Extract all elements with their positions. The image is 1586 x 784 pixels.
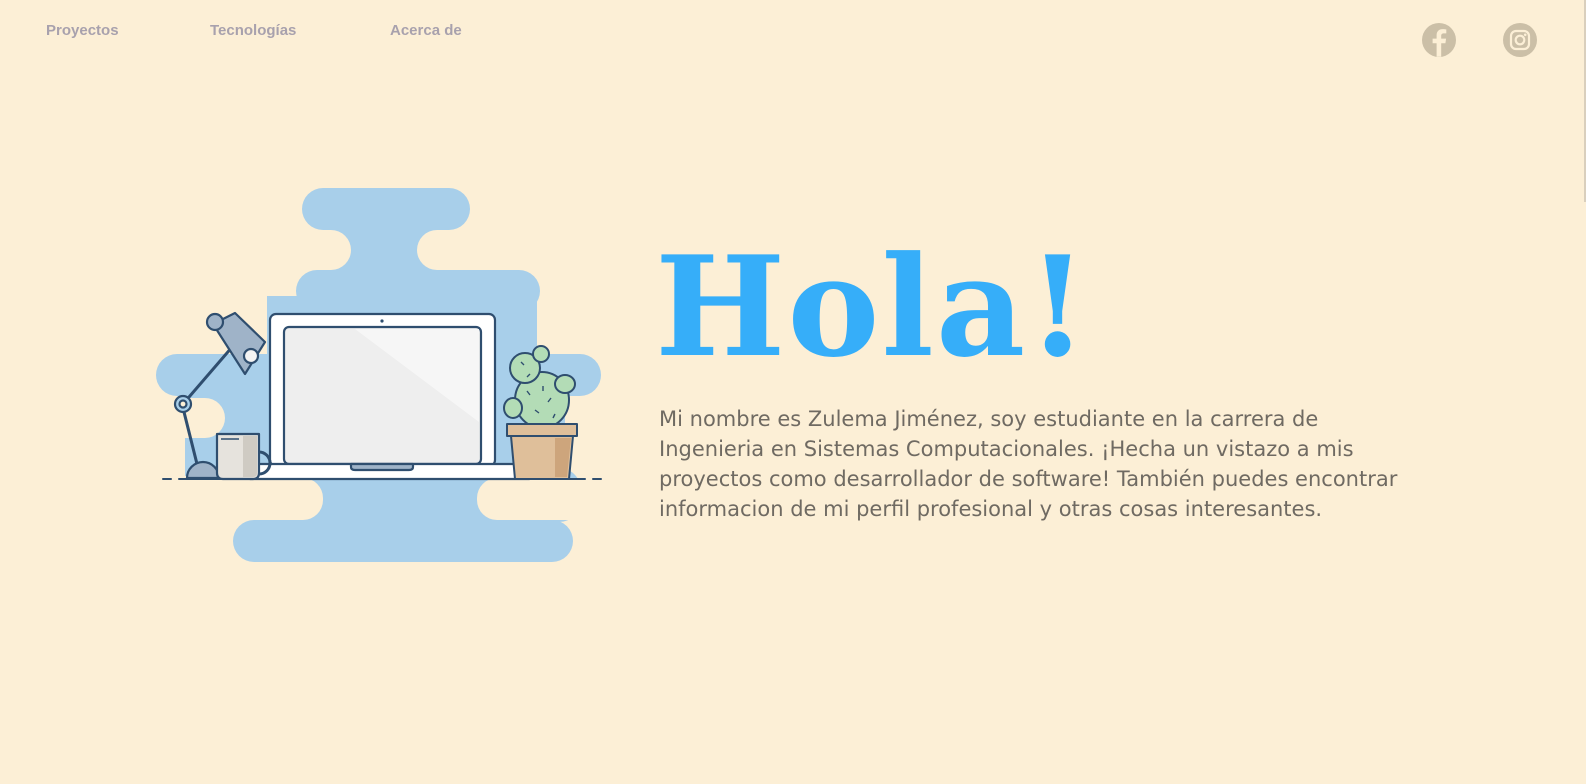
facebook-icon bbox=[1422, 23, 1456, 57]
nav-link-proyectos[interactable]: Proyectos bbox=[46, 22, 119, 39]
nav-link-acerca-de[interactable]: Acerca de bbox=[390, 22, 462, 39]
instagram-link[interactable] bbox=[1502, 22, 1538, 58]
facebook-link[interactable] bbox=[1421, 22, 1457, 58]
hero-title: Hola! bbox=[655, 225, 1090, 388]
hero-description: Mi nombre es Zulema Jiménez, soy estudia… bbox=[659, 407, 1398, 521]
nav-link-tecnologias[interactable]: Tecnologías bbox=[210, 22, 296, 39]
instagram-icon bbox=[1503, 23, 1537, 57]
desk-illustration bbox=[155, 186, 610, 571]
